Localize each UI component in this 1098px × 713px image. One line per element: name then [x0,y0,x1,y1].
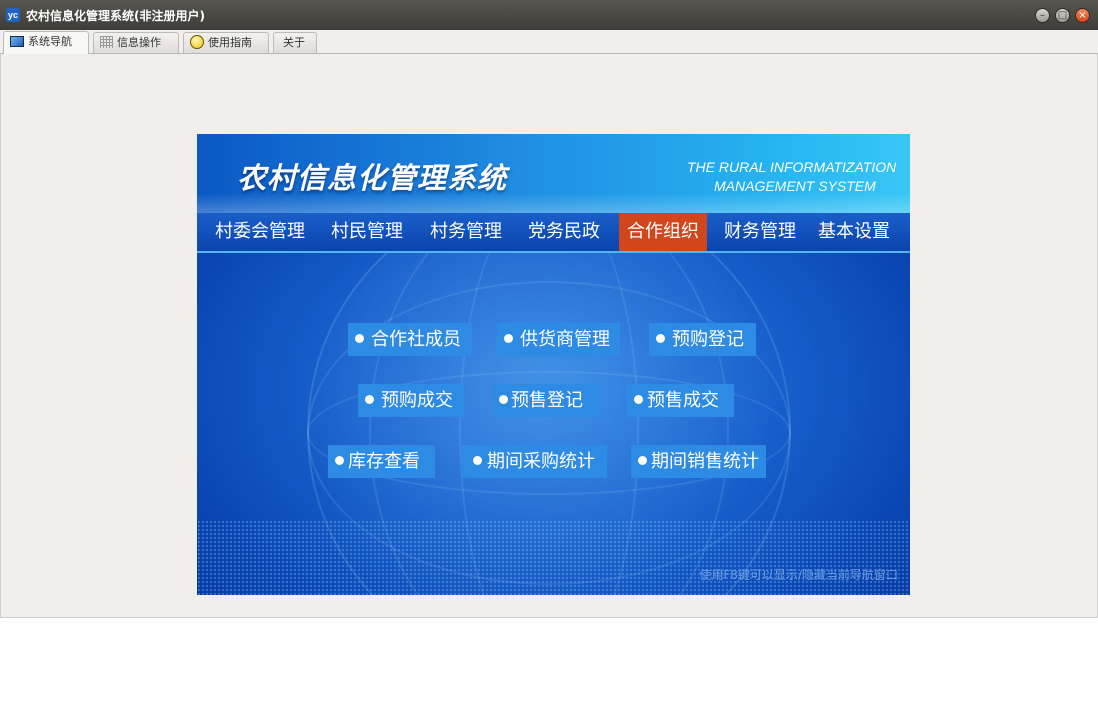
maximize-button[interactable]: □ [1055,8,1070,23]
tab-label: 关于 [283,36,305,49]
button-label: 预购登记 [672,329,744,350]
panel-title: 农村信息化管理系统 [237,161,508,195]
bullet-icon [335,455,344,465]
menu-villagers[interactable]: 村民管理 [331,213,403,251]
bullet-icon [365,394,374,404]
panel-title-en: MANAGEMENT SYSTEM [714,178,876,194]
menu-village-affairs[interactable]: 村务管理 [430,213,502,251]
menu-cooperative[interactable]: 合作组织 [619,213,707,251]
app-window: yc 农村信息化管理系统(非注册用户) – □ × 系统导航 信息操作 使用指南… [0,0,1098,618]
window-title: 农村信息化管理系统(非注册用户) [26,9,205,23]
minimize-button[interactable]: – [1035,8,1050,23]
bullet-icon [504,333,513,343]
menu-basic-settings[interactable]: 基本设置 [818,213,890,251]
button-label: 预购成交 [381,390,453,411]
button-label: 期间销售统计 [651,451,759,472]
help-icon [190,35,204,49]
panel-banner: 农村信息化管理系统 THE RURAL INFORMATIZATION MANA… [197,134,910,213]
pre-sale-deal-button[interactable]: 预售成交 [627,384,734,417]
cooperative-members-button[interactable]: 合作社成员 [348,323,472,356]
pre-sale-registration-button[interactable]: 预售登记 [493,384,601,417]
period-purchase-stats-button[interactable]: 期间采购统计 [461,445,607,478]
bullet-icon [638,455,647,465]
pre-purchase-registration-button[interactable]: 预购登记 [649,323,756,356]
app-logo-icon: yc [6,8,20,22]
tab-about[interactable]: 关于 [273,32,317,53]
tab-label: 使用指南 [208,36,252,49]
dot-pattern [197,520,910,595]
button-label: 预售登记 [511,390,583,411]
menu-party-civil[interactable]: 党务民政 [528,213,600,251]
close-button[interactable]: × [1075,8,1090,23]
button-label: 合作社成员 [371,329,461,350]
tab-label: 系统导航 [28,35,72,48]
button-label: 供货商管理 [520,329,610,350]
button-label: 期间采购统计 [487,451,595,472]
menu-village-committee[interactable]: 村委会管理 [215,213,305,251]
bullet-icon [499,394,508,404]
monitor-icon [10,35,24,47]
panel-title-en: THE RURAL INFORMATIZATION [687,159,897,175]
bullet-icon [634,394,643,404]
bullet-icon [355,333,364,343]
bullet-icon [473,455,482,465]
supplier-management-button[interactable]: 供货商管理 [497,323,620,356]
period-sales-stats-button[interactable]: 期间销售统计 [631,445,766,478]
button-label: 库存查看 [348,451,420,472]
title-bar[interactable]: yc 农村信息化管理系统(非注册用户) – □ × [0,0,1098,30]
inventory-view-button[interactable]: 库存查看 [328,445,435,478]
tab-label: 信息操作 [117,36,161,49]
module-menu: 村委会管理 村民管理 村务管理 党务民政 合作组织 财务管理 基本设置 [197,213,910,253]
tab-info-operation[interactable]: 信息操作 [93,32,179,53]
button-label: 预售成交 [647,390,719,411]
tab-system-navigation[interactable]: 系统导航 [3,31,89,54]
tab-bar: 系统导航 信息操作 使用指南 关于 [0,30,1098,54]
pre-purchase-deal-button[interactable]: 预购成交 [358,384,464,417]
tab-user-guide[interactable]: 使用指南 [183,32,269,53]
navigation-panel: 农村信息化管理系统 THE RURAL INFORMATIZATION MANA… [197,134,910,595]
bullet-icon [656,333,665,343]
f8-hint: 使用F8键可以显示/隐藏当前导航窗口 [699,568,898,582]
menu-finance[interactable]: 财务管理 [724,213,796,251]
grid-icon [100,36,113,48]
